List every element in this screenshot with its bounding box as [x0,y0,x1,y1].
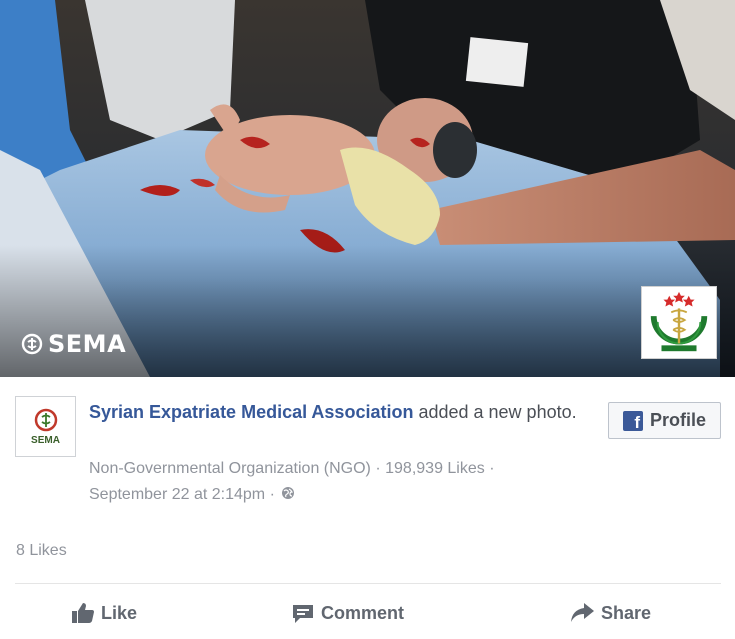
caduceus-emblem-icon [650,291,708,352]
post-timestamp-link[interactable]: September 22 at 2:14pm [89,486,265,503]
watermark-text: SEMA [48,330,127,358]
facebook-icon: f [622,410,643,431]
share-button[interactable]: Share [569,598,651,628]
share-arrow-icon [571,603,594,622]
post-photo[interactable]: SEMA [0,0,735,377]
likes-count-link[interactable]: 8 Likes [16,542,67,560]
share-button-label: Share [601,602,652,623]
meta-separator: · [269,486,275,503]
post-author-link[interactable]: Syrian Expatriate Medical Association [89,402,413,422]
globe-icon[interactable] [281,486,295,500]
page-avatar[interactable]: SEMA [15,396,76,457]
profile-button[interactable]: f Profile [608,402,721,439]
comment-button[interactable]: Comment [291,598,404,628]
photo-watermark: SEMA [20,330,126,358]
meta-separator: · [375,460,381,477]
post-action-text: added a new photo. [418,402,577,422]
thumbs-up-icon [72,603,94,623]
sema-logo-icon [21,333,43,355]
page-category-link[interactable]: Non-Governmental Organization (NGO) [89,460,371,477]
medical-emblem [641,286,717,359]
photo-scene [0,0,735,377]
comment-bubble-icon [293,605,313,623]
post-headline: Syrian Expatriate Medical Association ad… [89,398,589,427]
sema-logo-icon [34,408,57,432]
meta-separator: · [489,460,495,477]
page-likes-link[interactable]: 198,939 Likes [385,460,485,477]
like-button-label: Like [101,602,138,623]
actions-divider [15,583,721,584]
profile-button-label: Profile [649,410,706,430]
comment-button-label: Comment [321,602,405,623]
avatar-text: SEMA [31,435,60,446]
post-meta: Non-Governmental Organization (NGO) · 19… [89,456,589,508]
like-button[interactable]: Like [71,598,137,628]
